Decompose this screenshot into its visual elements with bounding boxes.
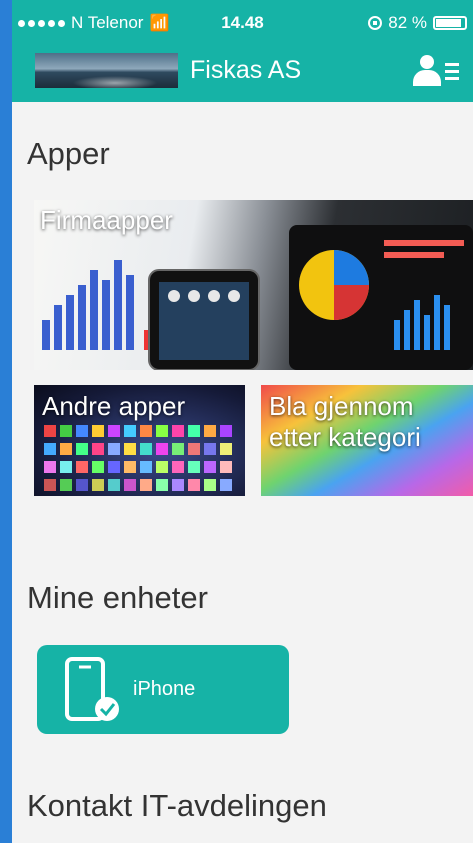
status-bar: N Telenor 📶 14.48 82 %	[12, 0, 473, 40]
apps-section-title: Apper	[27, 136, 110, 171]
tile-firmaapper-label: Firmaapper	[40, 205, 173, 235]
battery-icon	[433, 16, 467, 30]
tile-firmaapper[interactable]: Firmaapper	[34, 200, 473, 370]
phone-check-icon	[65, 657, 121, 723]
user-menu-icon[interactable]	[413, 55, 461, 87]
user-body-shape	[413, 70, 441, 86]
device-iphone-label: iPhone	[133, 678, 196, 700]
tile-andre-apper-label: Andre apper	[42, 391, 186, 421]
device-iphone-button[interactable]: iPhone	[37, 645, 289, 734]
app-header: Fiskas AS	[12, 40, 473, 102]
tile-bla-gjennom-kategori[interactable]: Bla gjennom etter kategori	[261, 385, 473, 496]
company-logo-image	[35, 53, 178, 88]
battery-fill	[436, 19, 461, 27]
contact-section-title: Kontakt IT-avdelingen	[27, 788, 327, 823]
status-right: 82 %	[368, 13, 467, 33]
tile-bla-gjennom-label: Bla gjennom etter kategori	[269, 391, 421, 452]
devices-section-title: Mine enheter	[27, 580, 208, 615]
app-screen: N Telenor 📶 14.48 82 % Fiskas AS Apper F…	[12, 0, 473, 843]
user-head-shape	[420, 55, 434, 69]
battery-percent: 82 %	[388, 13, 427, 32]
tile-andre-apper[interactable]: Andre apper	[34, 385, 245, 496]
company-name: Fiskas AS	[190, 56, 302, 84]
orientation-lock-icon	[368, 16, 383, 30]
menu-lines-icon	[445, 63, 459, 84]
